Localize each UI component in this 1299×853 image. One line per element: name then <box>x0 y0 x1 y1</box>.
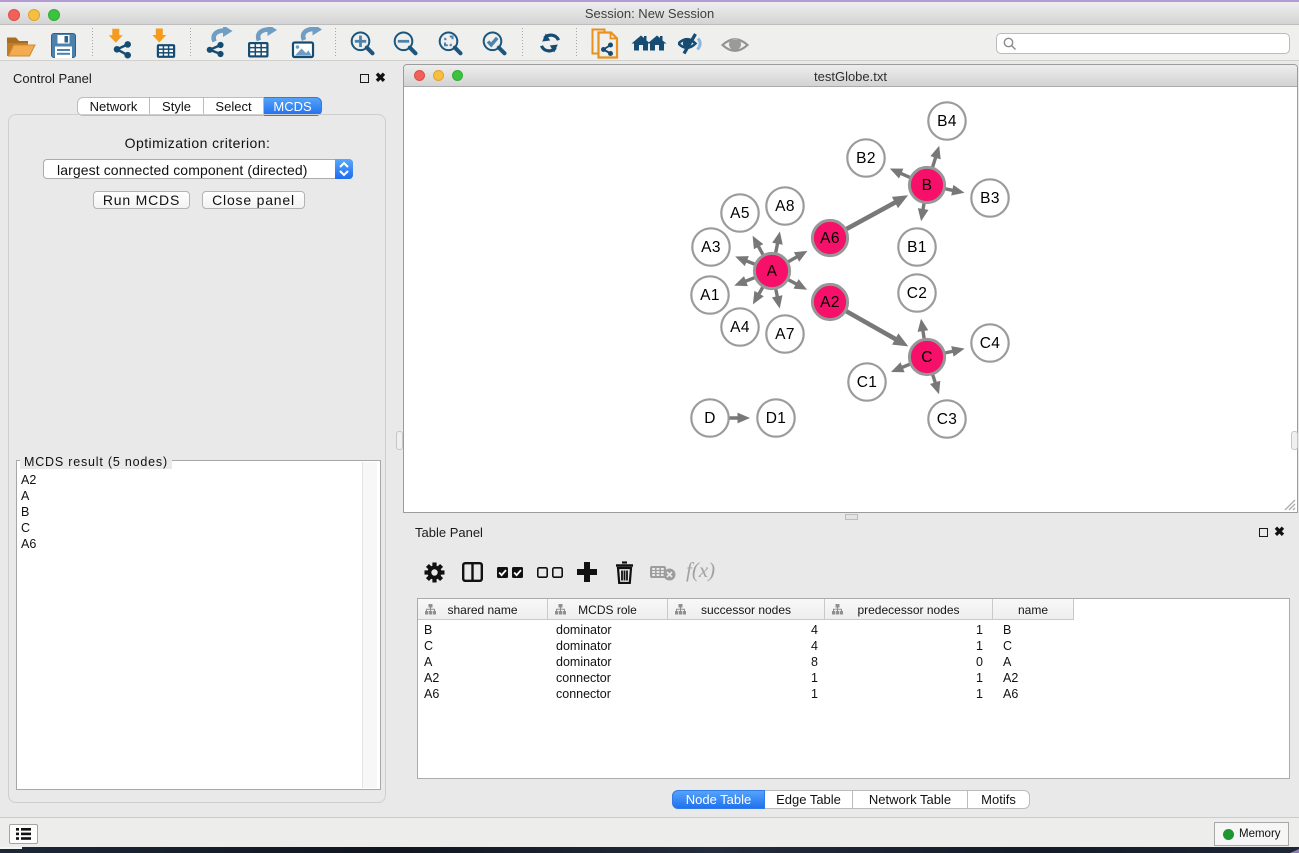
svg-text:C: C <box>921 349 933 366</box>
svg-text:D: D <box>704 410 716 427</box>
svg-text:B2: B2 <box>856 150 876 167</box>
svg-text:A5: A5 <box>730 205 750 222</box>
svg-text:B3: B3 <box>980 190 1000 207</box>
svg-text:A4: A4 <box>730 319 750 336</box>
svg-text:A7: A7 <box>775 326 795 343</box>
svg-text:C3: C3 <box>937 411 958 428</box>
svg-text:A2: A2 <box>820 294 840 311</box>
svg-text:A: A <box>767 263 778 280</box>
svg-text:B4: B4 <box>937 113 957 130</box>
svg-text:C4: C4 <box>980 335 1001 352</box>
svg-text:D1: D1 <box>766 410 787 427</box>
svg-text:A6: A6 <box>820 230 840 247</box>
svg-text:B1: B1 <box>907 239 927 256</box>
svg-text:B: B <box>922 177 933 194</box>
svg-text:C1: C1 <box>857 374 878 391</box>
svg-text:A8: A8 <box>775 198 795 215</box>
svg-text:A1: A1 <box>700 287 720 304</box>
svg-text:A3: A3 <box>701 239 721 256</box>
svg-text:C2: C2 <box>907 285 928 302</box>
